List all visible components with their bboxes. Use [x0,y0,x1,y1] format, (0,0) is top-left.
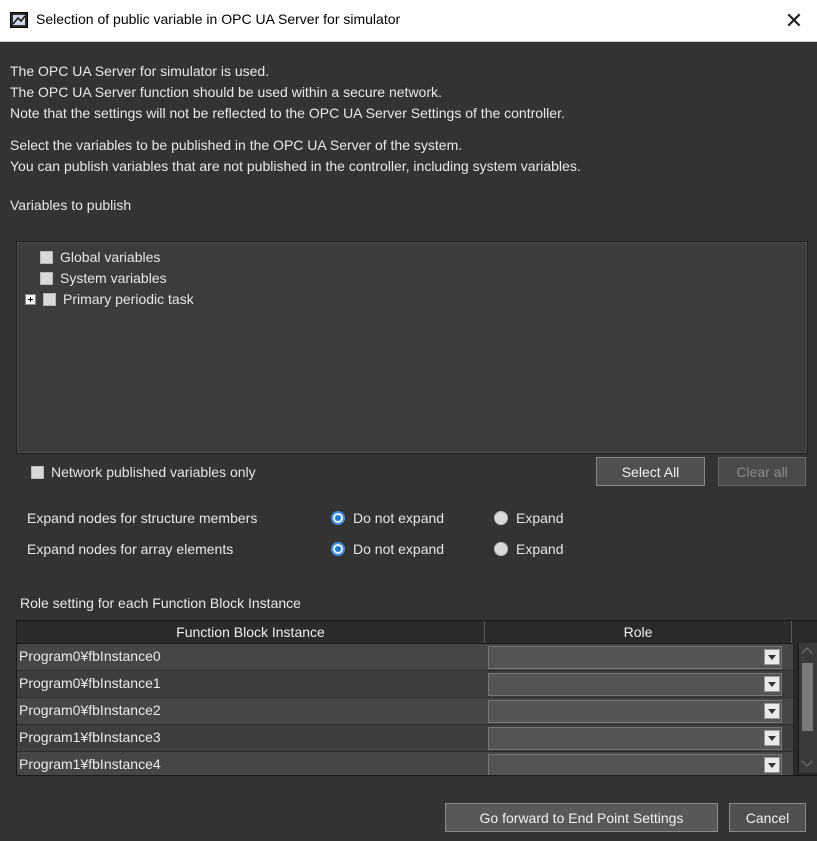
role-grid: Function Block Instance Role Program0¥fb… [16,620,817,776]
radio-selected-icon [331,542,345,556]
column-header-instance[interactable]: Function Block Instance [17,621,485,643]
dropdown-arrow-icon[interactable] [764,730,780,746]
tree-item-label: Global variables [60,249,161,265]
instance-cell: Program0¥fbInstance0 [19,648,161,664]
column-header-role[interactable]: Role [485,621,792,643]
select-line-2: You can publish variables that are not p… [10,158,581,174]
window-title: Selection of public variable in OPC UA S… [36,11,401,27]
title-bar: Selection of public variable in OPC UA S… [0,0,817,42]
select-line-1: Select the variables to be published in … [10,137,463,153]
tree-item-label: System variables [60,270,167,286]
scroll-up-icon[interactable] [801,645,815,659]
radio-label: Expand [516,541,564,557]
clear-all-button[interactable]: Clear all [718,457,806,486]
tree-item-global-variables[interactable]: Global variables [40,248,160,266]
dialog-body: The OPC UA Server for simulator is used.… [0,42,817,841]
radio-array-expand[interactable]: Expand [494,541,563,557]
scroll-down-icon[interactable] [801,757,815,771]
expand-plus-icon[interactable] [25,293,36,305]
radio-array-do-not-expand[interactable]: Do not expand [331,541,444,557]
variables-tree[interactable]: Global variables System variables Primar… [16,241,808,454]
table-row[interactable]: Program0¥fbInstance1 [17,671,793,698]
instance-cell: Program0¥fbInstance1 [19,675,161,691]
grid-scrollbar[interactable] [798,643,817,773]
role-dropdown[interactable] [488,700,782,723]
intro-line-2: The OPC UA Server function should be use… [10,84,442,100]
intro-line-3: Note that the settings will not be refle… [10,105,565,121]
tree-item-system-variables[interactable]: System variables [40,269,167,287]
checkbox[interactable] [40,271,53,285]
variables-to-publish-label: Variables to publish [10,197,132,213]
role-dropdown[interactable] [488,727,782,750]
radio-selected-icon [331,511,345,525]
role-dropdown[interactable] [488,673,782,696]
dropdown-arrow-icon[interactable] [764,757,780,773]
checkbox[interactable] [40,250,53,264]
radio-label: Do not expand [353,510,445,526]
close-button[interactable]: ✕ [771,0,817,41]
cancel-button[interactable]: Cancel [729,803,806,832]
instance-cell: Program1¥fbInstance3 [19,729,161,745]
select-all-button[interactable]: Select All [596,457,705,486]
role-dropdown[interactable] [488,754,782,775]
dropdown-arrow-icon[interactable] [764,649,780,665]
role-dropdown[interactable] [488,646,782,669]
expand-structure-label: Expand nodes for structure members [27,510,258,526]
instance-cell: Program1¥fbInstance4 [19,756,161,772]
radio-label: Do not expand [353,541,445,557]
checkbox[interactable] [43,292,56,306]
radio-structure-do-not-expand[interactable]: Do not expand [331,510,444,526]
expand-structure-row: Expand nodes for structure members Do no… [0,509,817,531]
role-setting-label: Role setting for each Function Block Ins… [20,595,301,611]
grid-header: Function Block Instance Role [17,621,793,644]
network-only-label: Network published variables only [51,464,256,480]
table-row[interactable]: Program1¥fbInstance4 [17,752,793,775]
dropdown-arrow-icon[interactable] [764,703,780,719]
radio-unselected-icon [494,511,508,525]
table-row[interactable]: Program0¥fbInstance2 [17,698,793,725]
scrollbar-thumb[interactable] [802,663,813,731]
intro-line-1: The OPC UA Server for simulator is used. [10,63,270,79]
tree-item-primary-periodic-task[interactable]: Primary periodic task [25,290,194,308]
tree-item-label: Primary periodic task [63,291,194,307]
go-forward-button[interactable]: Go forward to End Point Settings [445,803,718,832]
radio-label: Expand [516,510,564,526]
expand-array-row: Expand nodes for array elements Do not e… [0,540,817,562]
network-only-checkbox[interactable] [31,465,44,479]
close-icon: ✕ [784,7,804,33]
instance-cell: Program0¥fbInstance2 [19,702,161,718]
app-icon [10,12,28,28]
table-row[interactable]: Program0¥fbInstance0 [17,644,793,671]
dropdown-arrow-icon[interactable] [764,676,780,692]
table-row[interactable]: Program1¥fbInstance3 [17,725,793,752]
radio-structure-expand[interactable]: Expand [494,510,563,526]
expand-array-label: Expand nodes for array elements [27,541,234,557]
network-only-checkbox-row[interactable]: Network published variables only [31,463,256,481]
radio-unselected-icon [494,542,508,556]
